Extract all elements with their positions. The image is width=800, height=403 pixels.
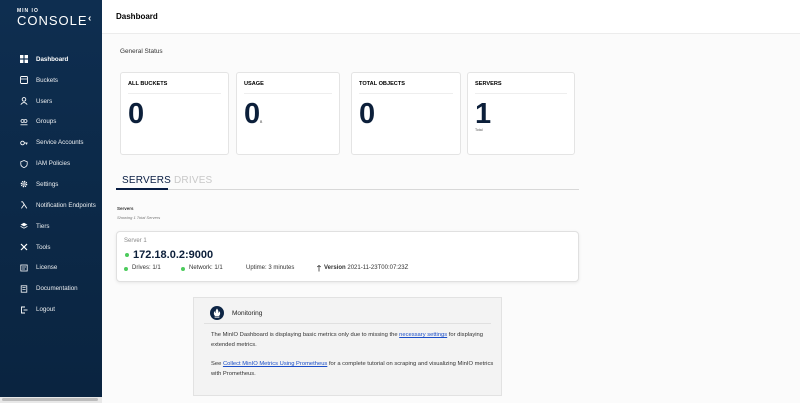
card-divider (128, 93, 221, 94)
servers-subheading: Showing 1 Total Servers (117, 215, 161, 220)
card-all-buckets: ALL BUCKETS 0 (120, 72, 229, 155)
sidebar-item-buckets[interactable]: Buckets (0, 70, 102, 91)
sidebar-item-label: Users (36, 97, 53, 105)
prometheus-guide-link[interactable]: Collect MinIO Metrics Using Prometheus (223, 361, 327, 367)
tab-servers[interactable]: SERVERS (122, 175, 171, 186)
book-icon (20, 285, 28, 293)
general-status-title: General Status (120, 48, 163, 55)
card-unit: B (260, 120, 263, 124)
tab-drives[interactable]: DRIVES (174, 175, 212, 186)
monitoring-divider (204, 323, 491, 324)
card-divider (359, 93, 453, 94)
sidebar-item-tools[interactable]: Tools (0, 237, 102, 258)
server-card[interactable]: Server 1 172.18.0.2:9000 Drives: 1/1 Net… (116, 231, 579, 282)
server-uptime: Uptime: 3 minutes (246, 265, 295, 271)
page-title: Dashboard (116, 12, 158, 21)
group-icon (20, 118, 28, 126)
card-value: 0 (244, 98, 261, 130)
monitoring-text: The MinIO Dashboard is displaying basic … (211, 332, 400, 338)
layers-icon (20, 222, 28, 230)
card-value: 0 (128, 98, 145, 130)
sidebar-item-tiers[interactable]: Tiers (0, 216, 102, 237)
monitoring-text-1: The MinIO Dashboard is displaying basic … (211, 330, 494, 350)
server-version: Version 2021-11-23T00:07:23Z (324, 265, 408, 271)
sidebar-item-license[interactable]: License (0, 257, 102, 278)
dashboard-icon (20, 55, 28, 64)
license-icon (20, 264, 28, 272)
sidebar-item-users[interactable]: Users (0, 91, 102, 112)
card-total-objects: TOTAL OBJECTS 0 (351, 72, 461, 155)
sidebar-item-label: Notification Endpoints (36, 201, 96, 209)
sidebar-item-groups[interactable]: Groups (0, 112, 102, 133)
scrollbar-thumb[interactable] (2, 398, 98, 401)
sidebar-item-logout[interactable]: Logout (0, 299, 102, 320)
gear-icon (20, 180, 28, 188)
horizontal-scrollbar[interactable] (0, 397, 102, 403)
user-icon (20, 97, 28, 106)
card-label: ALL BUCKETS (128, 81, 168, 87)
tools-icon (20, 243, 28, 251)
sidebar-item-iam-policies[interactable]: IAM Policies (0, 153, 102, 174)
sidebar-item-label: IAM Policies (36, 160, 71, 168)
shield-icon (20, 159, 28, 168)
drives-status-dot (124, 267, 128, 271)
prometheus-icon (210, 306, 224, 320)
sidebar-item-settings[interactable]: Settings (0, 174, 102, 195)
sidebar-item-label: Documentation (36, 285, 78, 293)
card-servers: SERVERS 1 Total (467, 72, 575, 155)
sidebar: MIN IO CONSOLE ‹ Dashboard Buckets Users… (0, 0, 102, 397)
server-name: Server 1 (124, 238, 147, 244)
sidebar-item-service-accounts[interactable]: Service Accounts (0, 132, 102, 153)
sidebar-item-documentation[interactable]: Documentation (0, 278, 102, 299)
card-label: USAGE (244, 81, 264, 87)
card-value: 0 (359, 98, 376, 130)
monitoring-text-2: See Collect MinIO Metrics Using Promethe… (211, 359, 494, 379)
necessary-settings-link[interactable]: necessary settings (399, 332, 447, 338)
bucket-icon (20, 76, 28, 85)
brand-console: CONSOLE (17, 13, 88, 28)
card-divider (475, 93, 567, 94)
card-label: TOTAL OBJECTS (359, 81, 405, 87)
logout-icon (20, 306, 28, 314)
card-divider (244, 93, 332, 94)
card-usage: USAGE 0 B (236, 72, 340, 155)
sidebar-item-label: License (36, 264, 58, 272)
network-status-dot (181, 267, 185, 271)
sidebar-item-notification-endpoints[interactable]: Notification Endpoints (0, 195, 102, 216)
sidebar-item-label: Buckets (36, 76, 59, 84)
tab-active-indicator (116, 188, 168, 190)
server-status-dot (125, 253, 129, 257)
version-label: Version (324, 265, 346, 271)
top-header: Dashboard (102, 0, 800, 34)
lambda-icon (20, 201, 28, 209)
servers-heading: Servers (117, 206, 134, 211)
sidebar-item-label: Tiers (36, 222, 50, 230)
key-icon (20, 139, 28, 147)
server-network: Network: 1/1 (189, 265, 223, 271)
monitoring-notice: Monitoring The MinIO Dashboard is displa… (193, 297, 502, 396)
card-value: 1 (475, 98, 492, 130)
sidebar-nav: Dashboard Buckets Users Groups Service A… (0, 49, 102, 320)
sidebar-item-label: Tools (36, 243, 51, 251)
sidebar-item-dashboard[interactable]: Dashboard (0, 49, 102, 70)
version-value: 2021-11-23T00:07:23Z (347, 265, 409, 271)
sidebar-item-label: Logout (36, 306, 55, 314)
card-label: SERVERS (475, 81, 502, 87)
card-sub: Total (475, 128, 483, 132)
sidebar-item-label: Groups (36, 118, 57, 126)
monitoring-text: See (211, 361, 223, 367)
brand-logo[interactable]: MIN IO CONSOLE (17, 9, 88, 28)
version-icon (316, 265, 322, 272)
collapse-sidebar-icon[interactable]: ‹ (88, 13, 91, 24)
server-address: 172.18.0.2:9000 (133, 249, 214, 261)
tab-bar: SERVERS DRIVES (116, 172, 579, 190)
sidebar-item-label: Service Accounts (36, 139, 84, 147)
server-drives: Drives: 1/1 (132, 265, 161, 271)
sidebar-item-label: Settings (36, 180, 59, 188)
monitoring-title: Monitoring (232, 310, 263, 317)
sidebar-item-label: Dashboard (36, 55, 69, 63)
